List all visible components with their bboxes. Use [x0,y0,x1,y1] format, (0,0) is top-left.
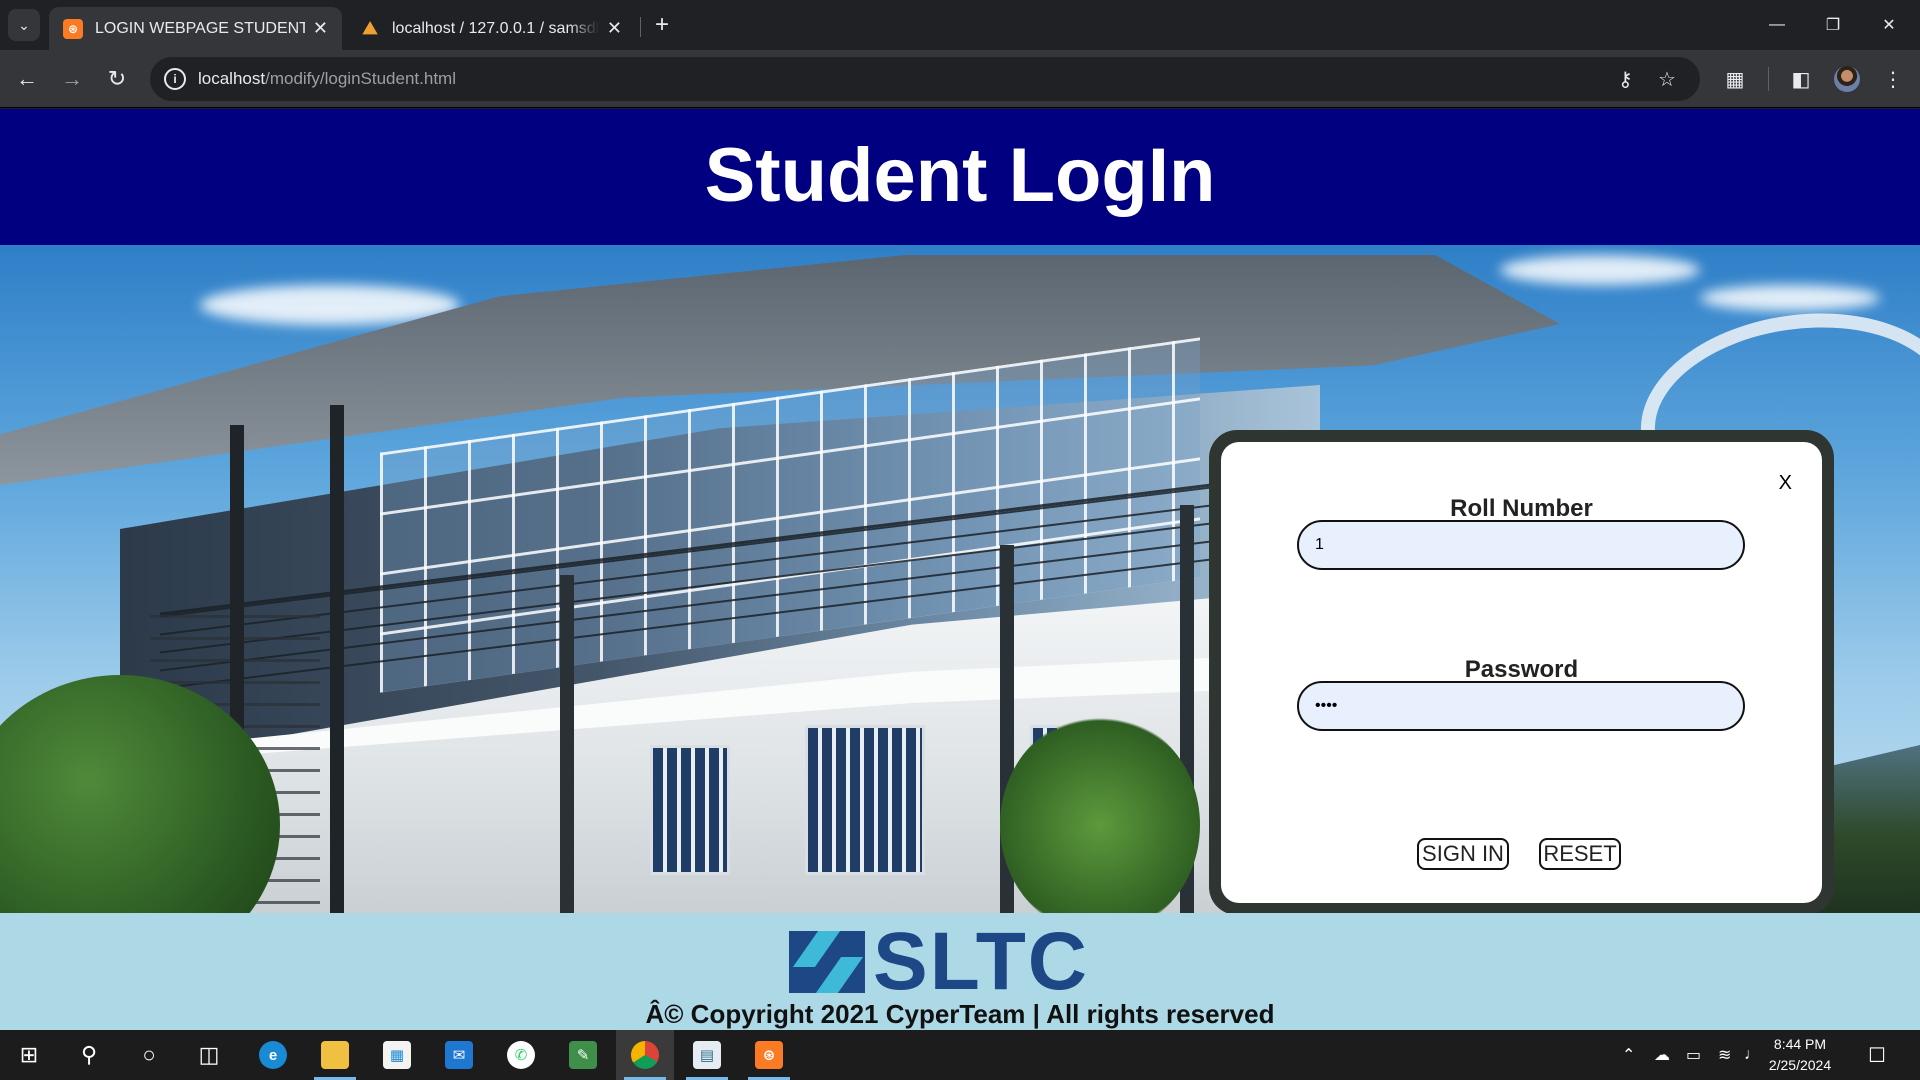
taskbar-clock[interactable]: 8:44 PM 2/25/2024 [1760,1034,1840,1076]
taskbar-xampp[interactable]: ⊛ [740,1030,798,1080]
chevron-down-icon: ⌄ [18,16,30,33]
site-info-icon[interactable]: i [164,68,186,90]
store-icon: ▦ [383,1041,411,1069]
show-hidden-icons[interactable]: ⌃ [1622,1030,1635,1080]
bookmark-star-icon[interactable]: ☆ [1658,67,1676,92]
folder-icon [321,1041,349,1069]
url-text[interactable]: localhost/modify/loginStudent.html [198,69,456,89]
browser-toolbar: ← → ↻ i localhost/modify/loginStudent.ht… [0,50,1920,108]
toolbar-separator [1768,67,1769,91]
taskbar-window-app[interactable]: ▤ [678,1030,736,1080]
copyright-text: Â© Copyright 2021 CyperTeam | All rights… [645,999,1275,1029]
edge-icon: e [259,1041,287,1069]
logo-text: SLTC [873,916,1090,1007]
window-close-button[interactable]: ✕ [1866,0,1912,50]
page-footer: SLTC Â© Copyright 2021 CyperTeam | All r… [0,913,1920,1030]
mail-icon: ✉ [445,1041,473,1069]
whatsapp-icon: ✆ [507,1041,535,1069]
task-view-button[interactable]: ◫ [180,1030,238,1080]
tab-title: LOGIN WEBPAGE STUDENT [95,19,305,37]
window-app-icon: ▤ [693,1041,721,1069]
menu-dots-icon[interactable]: ⋮ [1878,64,1908,94]
notification-icon[interactable]: ☐ [1868,1030,1886,1080]
wifi-icon[interactable]: ≋ [1718,1030,1731,1080]
profile-avatar[interactable] [1834,66,1860,92]
url-host: localhost [198,69,266,88]
back-arrow-icon: ← [16,66,38,91]
reload-button[interactable]: ↻ [100,62,134,96]
battery-icon[interactable]: ▭ [1686,1030,1701,1080]
key-icon[interactable]: ⚷ [1618,67,1633,92]
taskbar-file-explorer[interactable] [306,1030,364,1080]
login-dialog: X Roll Number 1 Password •••• SIGN IN RE… [1209,430,1834,915]
page-header: Student LogIn [0,109,1920,245]
windows-taskbar: ⊞ ⚲ ○ ◫ e ▦ ✉ ✆ ✎ ▤ ⊛ ⌃ ☁ ▭ ≋ ♩ 8:44 PM … [0,1030,1920,1080]
restore-button[interactable]: ❐ [1810,0,1856,50]
roll-number-label: Roll Number [1450,495,1593,522]
windows-logo-icon: ⊞ [19,1042,39,1067]
tab-phpmyadmin[interactable]: ⛰ localhost / 127.0.0.1 / samsdbtest ✕ [346,7,636,50]
search-button[interactable]: ⚲ [60,1030,118,1080]
xampp-icon: ⊛ [755,1041,783,1069]
volume-icon[interactable]: ♩ [1744,1030,1760,1080]
phpmyadmin-icon: ⛰ [362,18,378,38]
cortana-icon: ○ [142,1042,156,1067]
url-path: /modify/loginStudent.html [265,69,456,88]
clock-time: 8:44 PM [1773,1036,1827,1052]
new-tab-button[interactable]: + [650,10,674,40]
browser-tab-strip: ⌄ ⊛ LOGIN WEBPAGE STUDENT ✕ ⛰ localhost … [0,0,1920,50]
tab-separator [640,17,641,37]
roll-number-input[interactable]: 1 [1297,520,1745,570]
address-bar[interactable]: i localhost/modify/loginStudent.html ⚷ ☆ [150,57,1700,101]
search-icon: ⚲ [80,1042,98,1067]
start-button[interactable]: ⊞ [0,1030,58,1080]
xampp-icon: ⊛ [63,18,83,39]
logo-mark [789,931,865,993]
login-form: X Roll Number 1 Password •••• SIGN IN RE… [1221,442,1822,903]
cortana-button[interactable]: ○ [120,1030,178,1080]
page-viewport: Student LogIn X Roll Number 1 Password •… [0,109,1920,1030]
password-input[interactable]: •••• [1297,681,1745,731]
close-button[interactable]: X [1779,472,1792,495]
taskbar-whatsapp[interactable]: ✆ [492,1030,550,1080]
roll-number-value: 1 [1315,536,1324,553]
forward-arrow-icon: → [61,66,83,91]
password-label: Password [1464,656,1579,683]
forward-button[interactable]: → [55,62,89,96]
minimize-button[interactable]: — [1754,0,1800,50]
taskbar-chrome[interactable] [616,1030,674,1080]
onedrive-icon[interactable]: ☁ [1654,1030,1670,1080]
taskbar-edge[interactable]: e [244,1030,302,1080]
sltc-logo: SLTC [789,916,1090,1007]
reset-button[interactable]: RESET [1539,838,1621,870]
chrome-icon [631,1041,659,1069]
tab-login-webpage[interactable]: ⊛ LOGIN WEBPAGE STUDENT ✕ [49,7,342,50]
task-view-icon: ◫ [198,1042,220,1067]
taskbar-mail[interactable]: ✉ [430,1030,488,1080]
page-title: Student LogIn [704,132,1216,218]
back-button[interactable]: ← [10,62,44,96]
extensions-icon[interactable]: ▦ [1720,64,1750,94]
clock-date: 2/25/2024 [1768,1057,1832,1073]
close-tab-icon[interactable]: ✕ [313,18,328,39]
taskbar-store[interactable]: ▦ [368,1030,426,1080]
tab-title: localhost / 127.0.0.1 / samsdbtest [392,19,599,37]
tab-search-button[interactable]: ⌄ [8,9,40,41]
side-panel-icon[interactable]: ◧ [1786,64,1816,94]
close-tab-icon[interactable]: ✕ [607,18,622,39]
image-editor-icon: ✎ [569,1041,597,1069]
password-value: •••• [1315,697,1338,714]
taskbar-app-green[interactable]: ✎ [554,1030,612,1080]
sign-in-button[interactable]: SIGN IN [1417,838,1509,870]
reload-icon: ↻ [107,66,127,91]
